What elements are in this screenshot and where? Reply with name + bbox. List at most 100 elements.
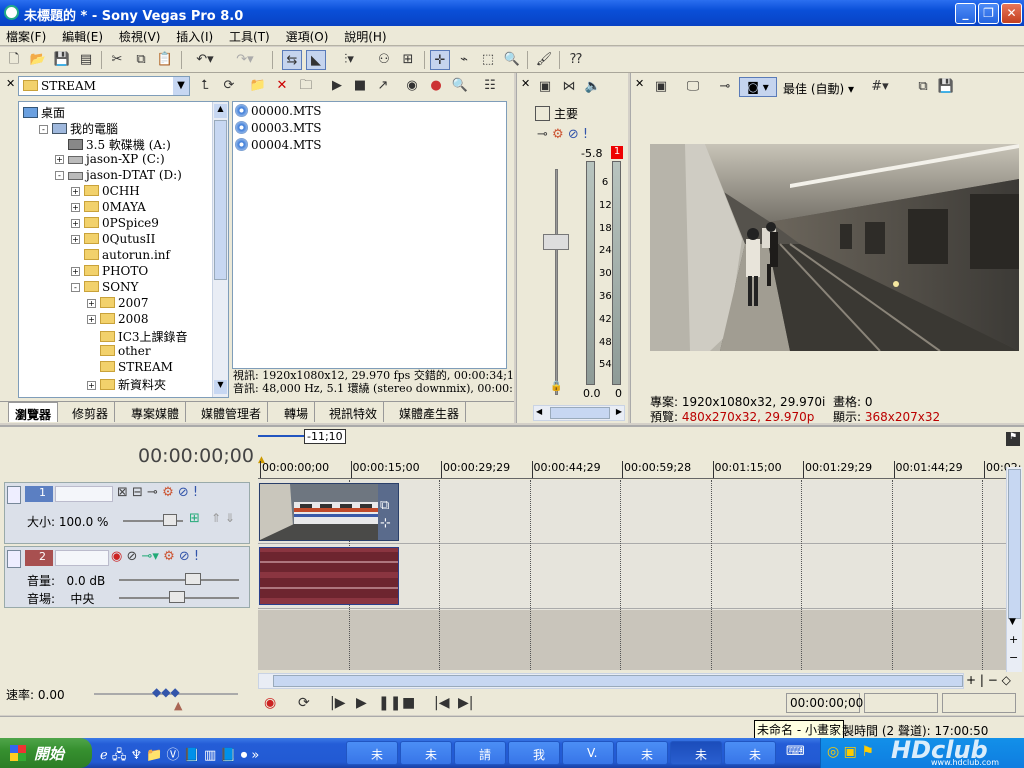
taskbar-button[interactable]: 請 bbox=[454, 741, 506, 765]
list-item[interactable]: 00000.MTS bbox=[235, 104, 322, 120]
auto-crossfade-icon[interactable]: ◣ bbox=[306, 50, 326, 70]
render-icon[interactable]: 🖌 bbox=[534, 50, 554, 70]
move-up-icon[interactable]: ⇑ ⇓ bbox=[211, 511, 235, 525]
expand-icon[interactable]: - bbox=[71, 283, 80, 292]
bus-fx-icons[interactable]: ⊸ ⚙ ⊘ ! bbox=[537, 127, 588, 142]
tab-video-fx[interactable]: 視訊特效 bbox=[323, 402, 385, 422]
menu-view[interactable]: 檢視(V) bbox=[113, 26, 167, 47]
tree-item[interactable]: other bbox=[87, 344, 151, 360]
tree-item[interactable]: +0QutusII bbox=[71, 232, 155, 248]
auto-preview-icon[interactable]: ↗ bbox=[373, 76, 393, 96]
track-minimize-icon[interactable] bbox=[7, 550, 21, 568]
menu-tools[interactable]: 工具(T) bbox=[223, 26, 276, 47]
stop-icon[interactable]: ■ bbox=[402, 695, 415, 711]
tree-item[interactable]: - jason-DTAT (D:) bbox=[55, 168, 182, 184]
mixer-close-icon[interactable]: ✕ bbox=[521, 77, 530, 90]
event-fx-icon[interactable]: ⊹ bbox=[380, 516, 391, 531]
tree-item[interactable]: autorun.inf bbox=[71, 248, 170, 264]
tab-trimmer[interactable]: 修剪器 bbox=[66, 402, 116, 422]
zoom-in-icon[interactable]: + bbox=[1009, 633, 1018, 646]
video-properties-icon[interactable]: ▣ bbox=[651, 77, 671, 97]
expand-icon[interactable]: + bbox=[71, 267, 80, 276]
track-name-field[interactable] bbox=[55, 550, 109, 566]
cut-icon[interactable]: ✂ bbox=[107, 50, 127, 70]
expand-icon[interactable]: + bbox=[87, 381, 96, 390]
copy-snapshot-icon[interactable]: ⧉ bbox=[913, 77, 933, 97]
expand-icon[interactable]: + bbox=[71, 187, 80, 196]
play-icon[interactable]: ▶ bbox=[356, 695, 367, 711]
keyboard-icon[interactable]: ⌨ bbox=[786, 744, 805, 759]
lock-envelopes-icon[interactable]: ⚇ bbox=[374, 50, 394, 70]
maximize-button[interactable]: ❐ bbox=[978, 3, 999, 24]
list-item[interactable]: 00003.MTS bbox=[235, 121, 322, 137]
tree-item[interactable]: - SONY bbox=[71, 280, 138, 296]
expand-icon[interactable]: + bbox=[71, 219, 80, 228]
refresh-icon[interactable]: ⟳ bbox=[219, 76, 239, 96]
volume-slider[interactable] bbox=[119, 579, 239, 581]
envelope-tool-icon[interactable]: ⌁ bbox=[454, 50, 474, 70]
volume-slider-thumb[interactable] bbox=[185, 573, 201, 585]
views-icon[interactable]: ◉ bbox=[402, 76, 422, 96]
audio-track-tools[interactable]: ◉ ⊘ ⊸▾ ⚙ ⊘ ! bbox=[111, 549, 199, 564]
quick-launch[interactable]: ℯ 🖧 ♆ 📁 Ⓥ 📘 ▥ 📘 ⏺ » bbox=[100, 744, 259, 768]
lock-icon[interactable]: 🔒 bbox=[550, 381, 562, 392]
menu-insert[interactable]: 插入(I) bbox=[170, 26, 219, 47]
tab-media-generators[interactable]: 媒體產生器 bbox=[393, 402, 467, 422]
tree-scroll-thumb[interactable] bbox=[214, 120, 227, 280]
tray-icons[interactable]: ◎ ▣ ⚑ bbox=[827, 744, 874, 760]
tab-explorer[interactable]: 瀏覽器 bbox=[8, 402, 59, 422]
loop-icon[interactable]: ⟳ bbox=[298, 695, 310, 711]
go-to-start-icon[interactable]: |◀ bbox=[434, 695, 449, 711]
tree-item[interactable]: + jason-XP (C:) bbox=[55, 152, 165, 168]
view-list-icon[interactable]: ☷ bbox=[480, 76, 500, 96]
compositing-icon[interactable]: ⊞ bbox=[189, 511, 200, 526]
tree-item[interactable]: + 新資料夾 bbox=[87, 376, 166, 392]
audio-event[interactable] bbox=[259, 547, 399, 605]
cursor-marker[interactable]: -11;10 bbox=[304, 429, 346, 444]
tree-item[interactable]: +0MAYA bbox=[71, 200, 146, 216]
preview-close-icon[interactable]: ✕ bbox=[635, 77, 644, 90]
zoom-out-icon[interactable]: − bbox=[1009, 651, 1018, 664]
paste-icon[interactable]: 📋 bbox=[155, 50, 175, 70]
audio-track-header[interactable]: 2 ◉ ⊘ ⊸▾ ⚙ ⊘ ! 音量: 0.0 dB 音場: 中央 bbox=[4, 546, 250, 608]
play-icon[interactable]: ▶ bbox=[327, 76, 347, 96]
taskbar-button[interactable]: 未 bbox=[616, 741, 668, 765]
rate-slider-thumb[interactable]: ◆◆◆ bbox=[152, 685, 180, 699]
zoom-tool-icon[interactable]: 🔍 bbox=[502, 50, 522, 70]
fx-icon[interactable]: ⊸ bbox=[715, 77, 735, 97]
menu-help[interactable]: 說明(H) bbox=[338, 26, 392, 47]
copy-icon[interactable]: ⧉ bbox=[131, 50, 151, 70]
favorite-folder-icon[interactable]: 🗀 bbox=[296, 76, 316, 96]
tree-item[interactable]: +2007 bbox=[87, 296, 149, 312]
close-button[interactable]: ✕ bbox=[1001, 3, 1022, 24]
track-lanes[interactable]: ⧉ ⊹ bbox=[258, 480, 1006, 670]
insert-bus-icon[interactable]: ▣ bbox=[535, 77, 555, 97]
delete-icon[interactable]: ✕ bbox=[272, 76, 292, 96]
pause-icon[interactable]: ❚❚ bbox=[378, 695, 401, 711]
list-item[interactable]: 00004.MTS bbox=[235, 138, 322, 154]
go-to-end-icon[interactable]: ▶| bbox=[458, 695, 473, 711]
play-from-start-icon[interactable]: |▶ bbox=[330, 695, 345, 711]
stop-icon[interactable]: ■ bbox=[350, 76, 370, 96]
tree-item[interactable]: +0CHH bbox=[71, 184, 140, 200]
taskbar-button[interactable]: V. bbox=[562, 741, 614, 765]
undo-icon[interactable]: ↶▾ bbox=[190, 50, 220, 70]
tree-item[interactable]: 3.5 軟碟機 (A:) bbox=[55, 136, 171, 152]
redo-icon[interactable]: ↷▾ bbox=[230, 50, 260, 70]
tree-item[interactable]: + PHOTO bbox=[71, 264, 148, 280]
tree-item[interactable]: +2008 bbox=[87, 312, 149, 328]
open-icon[interactable]: 📂 bbox=[28, 50, 48, 70]
tab-transitions[interactable]: 轉場 bbox=[278, 402, 316, 422]
master-fader-handle[interactable] bbox=[543, 234, 569, 250]
overlays-icon[interactable]: #▾ bbox=[865, 77, 895, 97]
selection-tool-icon[interactable]: ⬚ bbox=[478, 50, 498, 70]
marker-icon[interactable]: ⚑ bbox=[1006, 432, 1020, 446]
tab-project-media[interactable]: 專案媒體 bbox=[125, 402, 187, 422]
media-search-icon[interactable]: 🔍 bbox=[450, 76, 470, 96]
clip-indicator[interactable]: 1 bbox=[611, 146, 623, 159]
track-name-field[interactable] bbox=[55, 486, 113, 502]
pan-slider-thumb[interactable] bbox=[169, 591, 185, 603]
menu-options[interactable]: 選項(O) bbox=[280, 26, 335, 47]
preview-quality-dropdown[interactable]: 最佳 (自動) ▾ bbox=[783, 80, 854, 97]
new-icon[interactable]: 🗋 bbox=[4, 50, 24, 70]
